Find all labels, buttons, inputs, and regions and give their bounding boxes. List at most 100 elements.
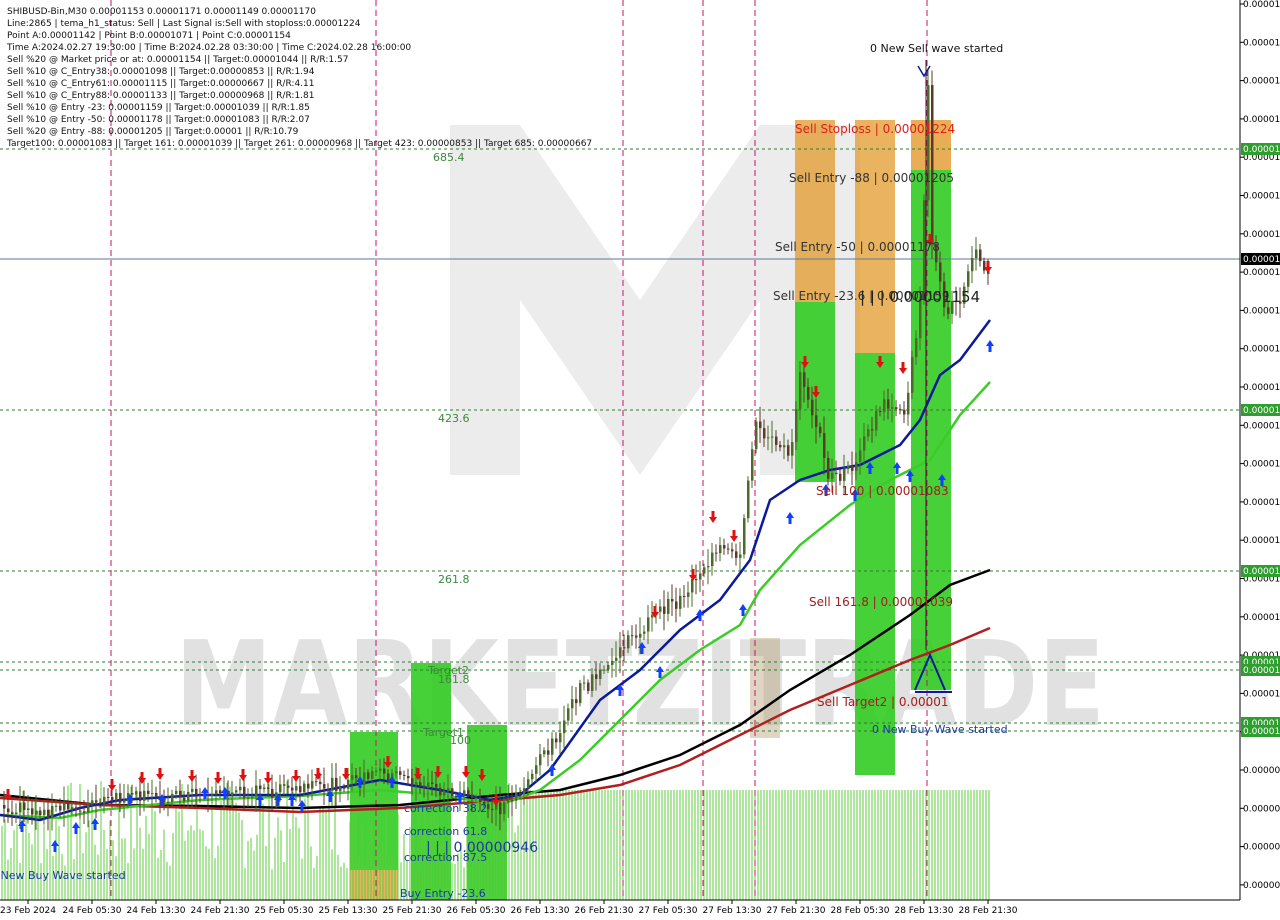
fib-label-100: 100 [450, 734, 471, 747]
candle-body [75, 807, 78, 811]
candle-body [983, 261, 986, 271]
level-tag-label: 0.00001 [1243, 567, 1280, 577]
y-tick-label: 0.00001 [1243, 192, 1280, 202]
candle-body [451, 788, 454, 796]
candle-body [239, 786, 242, 791]
candle-body [471, 794, 474, 799]
candle-body [647, 617, 650, 632]
candle-body [571, 699, 574, 709]
candle-body [707, 566, 710, 568]
candle-body [235, 790, 238, 793]
candle-body [207, 794, 210, 796]
candle-body [611, 660, 614, 665]
candle-body [51, 805, 54, 819]
candle-body [139, 791, 142, 801]
sell-arrow-icon [342, 768, 350, 780]
candle-body [703, 567, 706, 574]
candle-body [687, 592, 690, 597]
candle-body [699, 573, 702, 580]
candle-body [491, 809, 494, 811]
candle-body [799, 372, 802, 410]
candle-body [547, 750, 550, 755]
candle-body [331, 777, 334, 791]
candle-body [247, 797, 250, 799]
candle-body [7, 808, 10, 813]
candle-body [615, 657, 618, 661]
candle-body [307, 783, 310, 789]
candle-body [403, 774, 406, 776]
candle-body [99, 802, 102, 804]
candle-body [463, 790, 466, 795]
candle-body [535, 765, 538, 774]
candle-body [603, 669, 606, 671]
candle-body [515, 792, 518, 801]
candle-body [179, 790, 182, 798]
candle-body [319, 781, 322, 785]
level-tag-label: 0.00001 [1243, 145, 1280, 155]
correction-618-label: correction 61.8 [404, 825, 487, 838]
new-buy-wave-right-label: 0 New Buy Wave started [872, 723, 1008, 736]
new-buy-wave-left-label: 0 New Buy Wave started [0, 869, 126, 882]
candle-body [315, 781, 318, 783]
candle-body [55, 805, 58, 807]
y-tick-label: 0.00001 [1243, 306, 1280, 316]
candle-body [651, 615, 654, 618]
candle-body [39, 810, 42, 816]
candle-body [151, 792, 154, 794]
candle-body [823, 433, 826, 458]
level-tag-label: 0.00001 [1243, 666, 1280, 676]
candle-body [563, 720, 566, 734]
candle-body [327, 788, 330, 791]
candle-body [427, 782, 430, 789]
candle-body [435, 783, 438, 788]
y-tick-label: 0.000009 [1243, 881, 1280, 891]
sell-entry-50-label: Sell Entry -50 | 0.00001178 [775, 240, 940, 254]
candle-body [835, 472, 838, 474]
candle-body [527, 779, 530, 789]
candle-body [739, 554, 742, 558]
candle-body [827, 457, 830, 479]
sell-arrow-icon [214, 772, 222, 784]
fib-label-target2: Target2 [427, 664, 469, 677]
sell-100-label: Sell 100 | 0.00001083 [816, 484, 949, 498]
buy-arrow-icon [786, 512, 794, 524]
candle-body [583, 682, 586, 684]
candle-body [859, 450, 862, 463]
sell-arrow-icon [730, 530, 738, 542]
candle-body [763, 428, 766, 439]
candle-body [187, 791, 190, 801]
candle-body [511, 800, 514, 802]
info-line: Sell %20 @ Market price or at: 0.0000115… [7, 55, 348, 65]
candle-body [411, 778, 414, 786]
candle-body [47, 809, 50, 819]
candle-body [35, 810, 38, 815]
candle-body [539, 754, 542, 766]
candle-body [839, 473, 842, 481]
y-tick-label: 0.00001 [1243, 460, 1280, 470]
candle-body [855, 462, 858, 471]
candle-body [103, 796, 106, 804]
candle-body [211, 794, 214, 796]
y-tick-label: 0.00001 [1243, 498, 1280, 508]
candle-body [811, 399, 814, 416]
candle-body [59, 805, 62, 811]
x-tick-label: 28 Feb 21:30 [958, 906, 1017, 916]
candle-body [879, 411, 882, 413]
candle-body [683, 595, 686, 597]
candle-body [779, 444, 782, 448]
y-tick-label: 0.00001 [1243, 0, 1280, 10]
candle-body [111, 797, 114, 800]
candle-body [819, 426, 822, 434]
buy-arrow-icon [326, 790, 334, 802]
y-tick-label: 0.00001 [1243, 268, 1280, 278]
x-tick-label: 28 Feb 13:30 [894, 906, 953, 916]
candle-body [395, 771, 398, 774]
sell-1618-label: Sell 161.8 | 0.00001039 [809, 595, 953, 609]
sell-arrow-icon [188, 770, 196, 782]
info-line: Sell %10 @ C_Entry61: 0.00001115 || Targ… [7, 79, 315, 89]
candle-body [363, 772, 366, 785]
candle-body [947, 307, 950, 314]
x-tick-label: 27 Feb 13:30 [702, 906, 761, 916]
candle-body [607, 664, 610, 670]
candle-body [19, 802, 22, 813]
